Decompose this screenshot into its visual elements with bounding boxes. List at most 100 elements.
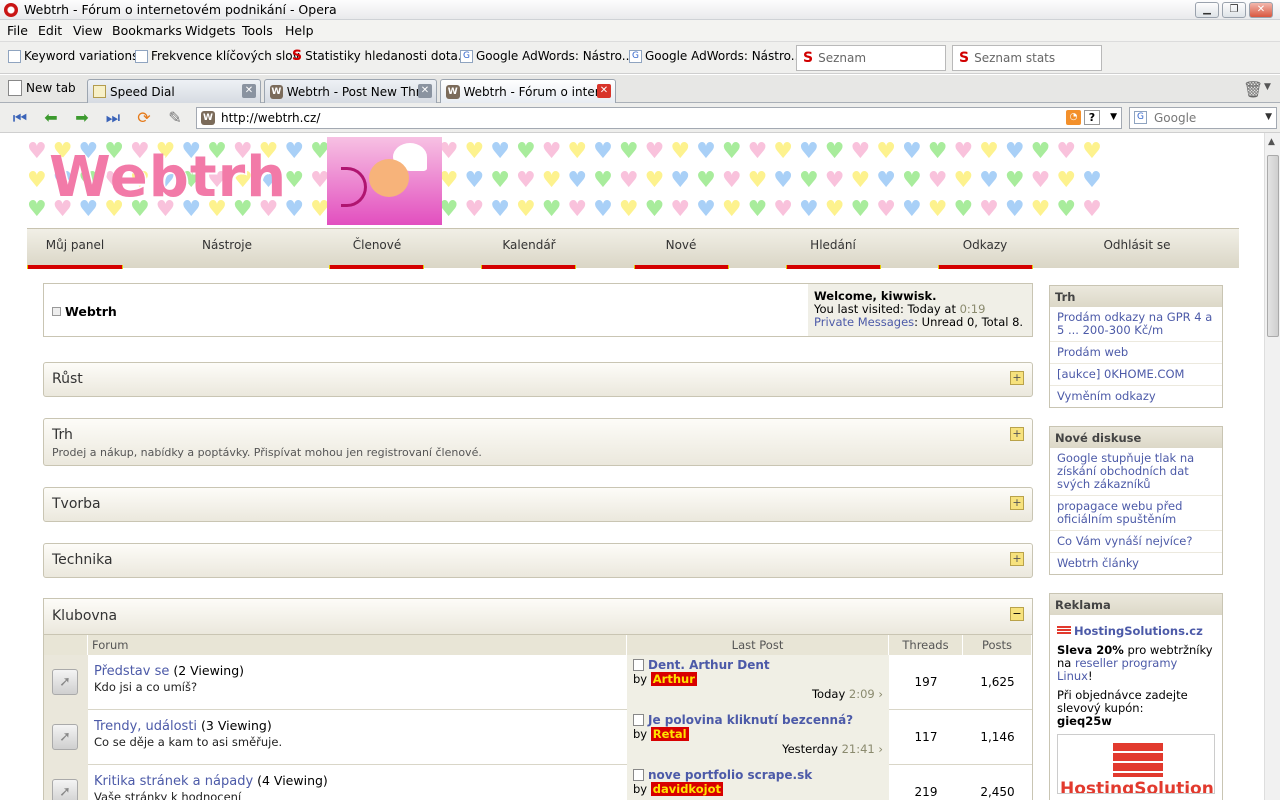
goto-last-post-icon[interactable]: › (878, 742, 883, 756)
expand-icon[interactable]: + (1010, 496, 1024, 510)
menu-tools[interactable]: Tools (242, 23, 273, 38)
close-tab-icon[interactable]: ✕ (418, 84, 432, 98)
expand-icon[interactable]: + (1010, 371, 1024, 385)
bookmark-keyword-variations[interactable]: Keyword variations (8, 49, 138, 63)
bookmark-seznam-stats[interactable]: S Seznam stats (952, 45, 1102, 71)
bookmark-statistiky[interactable]: S Statistiky hledanosti dota... (292, 49, 469, 64)
hosting-logo-icon (1057, 626, 1071, 635)
category-klubovna: Klubovna − Forum Last Post Threads Posts… (43, 598, 1033, 800)
nav-clenove[interactable]: Členové (327, 238, 427, 252)
last-post-link[interactable]: Je polovina kliknutí bezcenná? (648, 713, 853, 727)
sidebar-title: Reklama (1050, 594, 1222, 615)
bookmark-frekvence[interactable]: Frekvence klíčových slov (135, 49, 300, 63)
private-messages-link[interactable]: Private Messages (814, 315, 914, 329)
ad-brand-link[interactable]: HostingSolutions.cz (1050, 625, 1222, 638)
new-tab-button[interactable]: New tab (8, 80, 76, 96)
last-post-link[interactable]: Dent. Arthur Dent (648, 658, 770, 672)
sidebar-link[interactable]: Google stupňuje tlak na získání obchodní… (1050, 448, 1222, 496)
last-post-user[interactable]: Retal (650, 727, 689, 741)
close-tab-icon[interactable]: ✕ (597, 84, 611, 98)
vertical-scrollbar[interactable]: ▲ (1264, 133, 1280, 800)
menu-file[interactable]: File (7, 23, 28, 38)
forum-link[interactable]: Trendy, události (94, 719, 197, 734)
google-icon: G (629, 49, 642, 63)
page-icon (8, 49, 21, 63)
nav-odkazy[interactable]: Odkazy (935, 238, 1035, 252)
close-window-button[interactable]: ✕ (1249, 2, 1273, 18)
maximize-button[interactable]: ❐ (1222, 2, 1246, 18)
tab-webtrh-forum[interactable]: W Webtrh - Fórum o inter... ✕ (440, 79, 616, 103)
address-dropdown-icon[interactable]: ▼ (1110, 112, 1117, 122)
nav-hledani[interactable]: Hledání (783, 238, 883, 252)
category-tvorba: Tvorba + (43, 487, 1033, 522)
menu-edit[interactable]: Edit (38, 23, 62, 38)
last-post-link[interactable]: nove portfolio scrape.sk (648, 768, 812, 782)
sidebar-link[interactable]: Webtrh články (1050, 553, 1222, 574)
tab-speed-dial[interactable]: Speed Dial ✕ (87, 79, 261, 103)
scroll-up-icon[interactable]: ▲ (1268, 137, 1275, 147)
last-post-user[interactable]: davidkojot (650, 782, 724, 796)
sidebar-link[interactable]: [aukce] 0KHOME.COM (1050, 364, 1222, 386)
posts-count: 1,625 (980, 675, 1015, 689)
site-logo[interactable]: Webtrh (49, 145, 287, 210)
back-icon[interactable]: ⬅ (40, 108, 62, 128)
goto-last-post-icon[interactable]: › (878, 687, 883, 701)
seznam-icon: S (803, 49, 814, 66)
expand-icon[interactable]: + (1010, 552, 1024, 566)
nav-kalendar[interactable]: Kalendář (479, 238, 579, 252)
menu-view[interactable]: View (73, 23, 103, 38)
bookmark-adwords-1[interactable]: G Google AdWords: Nástro... (460, 49, 633, 63)
sidebar-link[interactable]: propagace webu před oficiálním spuštěním (1050, 496, 1222, 531)
search-dropdown-icon[interactable]: ▼ (1265, 112, 1272, 122)
collapse-icon[interactable]: − (1010, 607, 1024, 621)
site-banner: ♥♥♥♥♥♥♥♥♥♥♥♥ ♥♥♥♥♥♥♥♥♥♥♥♥♥♥♥♥♥♥♥♥♥♥♥♥♥♥ ♥♥… (27, 137, 1239, 225)
nav-odhlasit[interactable]: Odhlásit se (1087, 238, 1187, 252)
reload-icon[interactable]: ⟳ (133, 108, 155, 128)
hosting-banner[interactable]: HostingSolutions (1057, 734, 1215, 794)
nav-underline (634, 265, 729, 269)
last-post-user[interactable]: Arthur (650, 672, 697, 686)
forum-link[interactable]: Kritika stránek a nápady (94, 774, 253, 789)
ad-reseller-link[interactable]: reseller programy Linux (1057, 656, 1177, 683)
rss-icon[interactable]: ◔ (1066, 110, 1081, 125)
address-toolbar: ⏮ ⬅ ➡ ⏭ ⟳ ✎ W http://webtrh.cz/ ◔ ? ▼ G … (0, 103, 1280, 133)
help-icon[interactable]: ? (1084, 110, 1100, 125)
category-title[interactable]: Klubovna (52, 608, 117, 624)
forum-row: ➚ Kritika stránek a nápady (4 Viewing) V… (44, 765, 1032, 800)
trash-icon[interactable]: 🗑 (1243, 80, 1263, 99)
nav-underline (786, 265, 881, 269)
scrollbar-thumb[interactable] (1267, 155, 1279, 337)
nav-muj-panel[interactable]: Můj panel (27, 238, 123, 252)
category-title[interactable]: Technika (52, 552, 113, 568)
category-title[interactable]: Tvorba (52, 496, 101, 512)
menu-bookmarks[interactable]: Bookmarks (112, 23, 182, 38)
document-icon (633, 714, 644, 726)
tab-menu-chevron-icon[interactable]: ▼ (1264, 82, 1271, 92)
sidebar-link[interactable]: Vyměním odkazy (1050, 386, 1222, 407)
sidebar-link[interactable]: Prodám web (1050, 342, 1222, 364)
category-title[interactable]: Růst (52, 371, 83, 387)
category-title[interactable]: Trh (52, 427, 73, 443)
forum-link[interactable]: Představ se (94, 664, 169, 679)
close-tab-icon[interactable]: ✕ (242, 84, 256, 98)
window-title: Webtrh - Fórum o internetovém podnikání … (24, 2, 337, 17)
tab-post-new-thread[interactable]: W Webtrh - Post New Thr... ✕ (264, 79, 437, 103)
sidebar-trh: Trh Prodám odkazy na GPR 4 a 5 ... 200-3… (1049, 285, 1223, 408)
expand-icon[interactable]: + (1010, 427, 1024, 441)
bookmark-seznam[interactable]: S Seznam (796, 45, 946, 71)
sidebar-link[interactable]: Prodám odkazy na GPR 4 a 5 ... 200-300 K… (1050, 307, 1222, 342)
sidebar-link[interactable]: Co Vám vynáší nejvíce? (1050, 531, 1222, 553)
fast-forward-icon[interactable]: ⏭ (102, 108, 124, 128)
nav-nove[interactable]: Nové (631, 238, 731, 252)
forward-icon[interactable]: ➡ (71, 108, 93, 128)
address-input[interactable]: W http://webtrh.cz/ ◔ ? ▼ (196, 107, 1122, 129)
menu-help[interactable]: Help (285, 23, 314, 38)
rewind-icon[interactable]: ⏮ (9, 108, 31, 128)
minimize-button[interactable]: ▁ (1195, 2, 1219, 18)
nav-nastroje[interactable]: Nástroje (177, 238, 277, 252)
header-threads: Threads (889, 635, 963, 655)
menu-widgets[interactable]: Widgets (185, 23, 236, 38)
bookmark-adwords-2[interactable]: G Google AdWords: Nástro... (629, 49, 802, 63)
edit-icon[interactable]: ✎ (164, 108, 186, 128)
search-input[interactable]: G Google ▼ (1129, 107, 1277, 129)
